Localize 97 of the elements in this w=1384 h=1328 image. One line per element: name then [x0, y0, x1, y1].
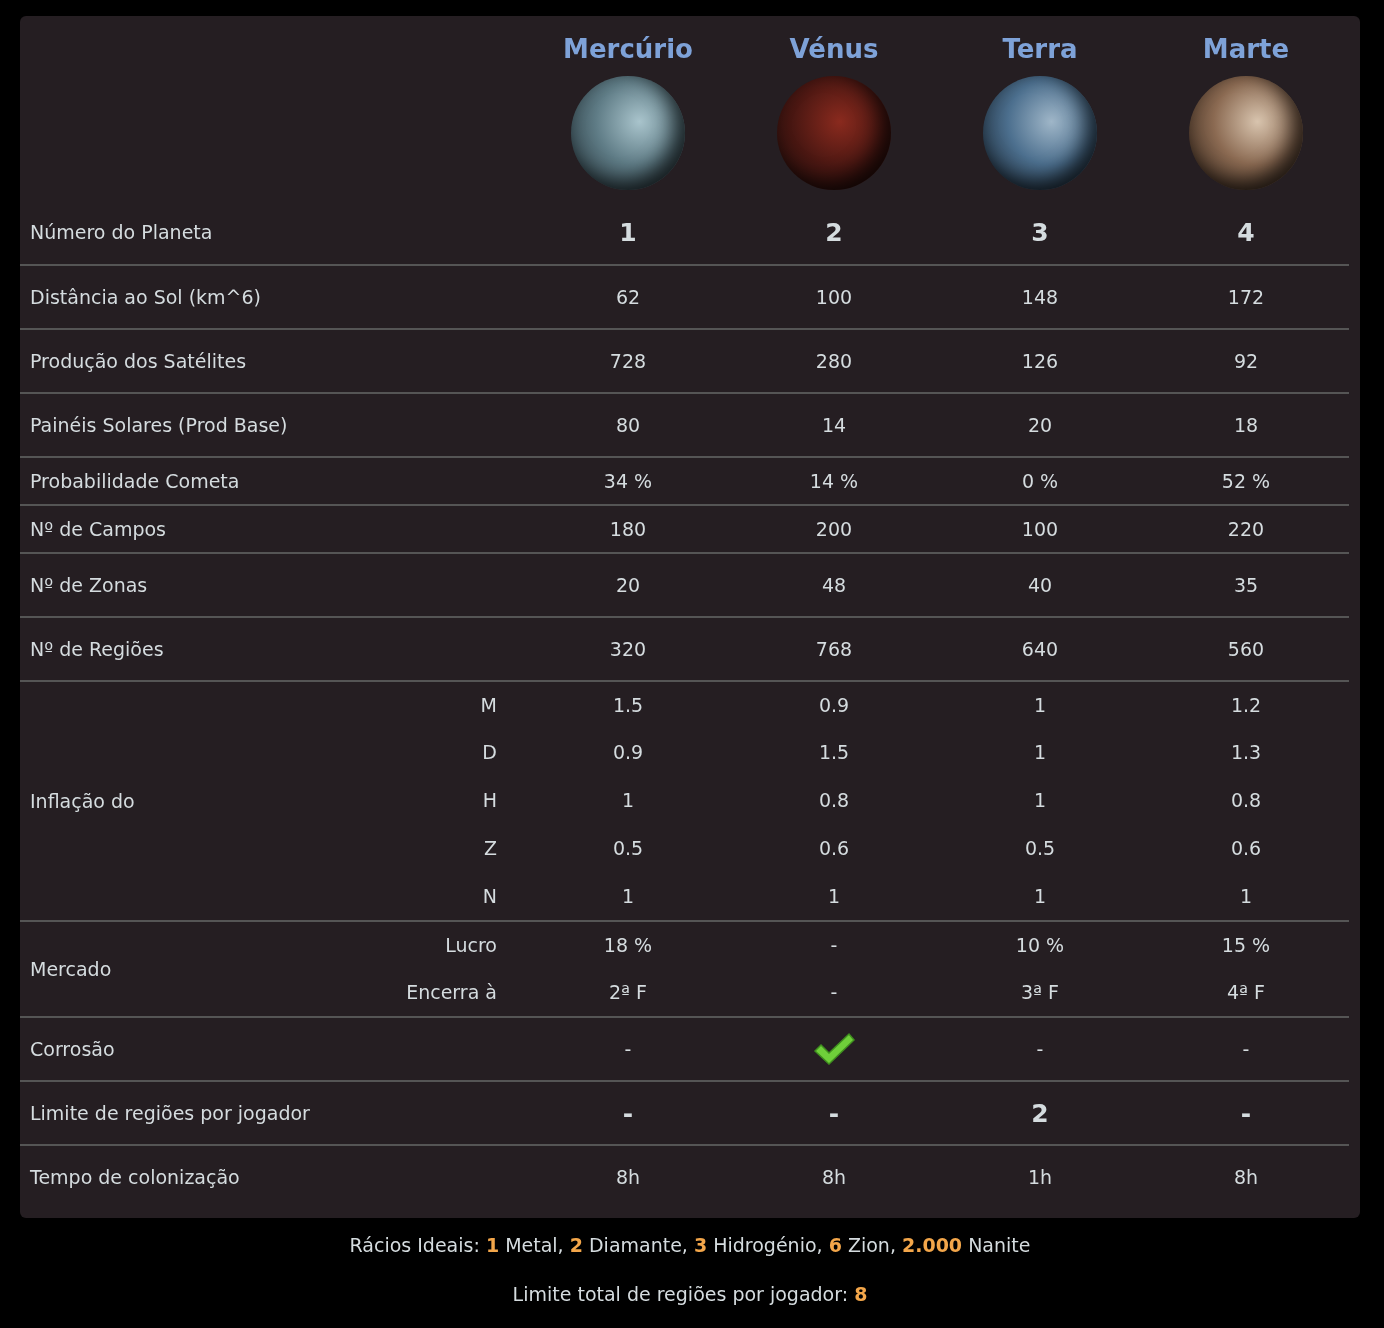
table-cell: 1.5	[818, 741, 850, 763]
table-cell: 15 %	[1221, 934, 1271, 956]
table-cell: 200	[815, 518, 853, 540]
footer-text: Rácios Ideais: 1 Metal, 2 Diamante, 3 Hidrogénio, 6 Zion, 2.000 Nanite	[349, 1234, 1031, 1256]
table-cell: -	[828, 1098, 840, 1128]
table-cell: 1h	[1027, 1166, 1053, 1188]
table-cell: 728	[609, 350, 647, 372]
row-label: Probabilidade Cometa	[29, 470, 240, 492]
sub-label: D	[482, 741, 498, 763]
row-label: Nº de Zonas	[29, 574, 148, 596]
table-cell: 40	[1027, 574, 1053, 596]
table-cell: 320	[609, 638, 647, 660]
table-cell: 0.9	[818, 694, 850, 716]
row-label: Mercado	[29, 958, 112, 980]
table-cell: 0.8	[818, 789, 850, 811]
row-label: Corrosão	[29, 1038, 115, 1060]
table-cell: 560	[1227, 638, 1265, 660]
table-cell: 1.5	[612, 694, 644, 716]
table-cell: 148	[1021, 286, 1059, 308]
footer-text: Limite total de regiões por jogador: 8	[512, 1283, 868, 1305]
table-cell: 172	[1227, 286, 1265, 308]
table-cell: 100	[815, 286, 853, 308]
table-cell: 0.8	[1230, 789, 1262, 811]
table-cell: 180	[609, 518, 647, 540]
sub-label: N	[482, 885, 498, 907]
planet-name: Marte	[1202, 34, 1290, 64]
table-cell: 1	[827, 885, 841, 907]
table-cell: 3	[1031, 217, 1049, 247]
row-label: Número do Planeta	[29, 221, 213, 243]
row-label: Limite de regiões por jogador	[29, 1102, 310, 1124]
table-cell: 48	[821, 574, 847, 596]
table-cell: -	[1242, 1038, 1250, 1060]
table-cell: 10 %	[1015, 934, 1065, 956]
table-cell: 8h	[821, 1166, 847, 1188]
table-cell: 100	[1021, 518, 1059, 540]
sub-label: M	[480, 694, 498, 716]
table-cell: 0.5	[612, 837, 644, 859]
table-cell: 0 %	[1021, 470, 1059, 492]
table-cell: 92	[1233, 350, 1259, 372]
table-cell: 8h	[615, 1166, 641, 1188]
table-cell: -	[622, 1098, 634, 1128]
table-cell: 768	[815, 638, 853, 660]
table-cell: 35	[1233, 574, 1259, 596]
table-cell: 4ª F	[1227, 981, 1265, 1003]
table-cell: 2	[1031, 1098, 1049, 1128]
planet-name: Mercúrio	[563, 34, 693, 64]
row-label: Nº de Regiões	[29, 638, 164, 660]
table-cell: -	[1036, 1038, 1044, 1060]
row-label: Inflação do	[29, 790, 135, 812]
table-cell: 1	[1033, 741, 1047, 763]
table-cell: 20	[1027, 414, 1053, 436]
table-cell: 1	[619, 217, 637, 247]
table-cell: 1	[1033, 789, 1047, 811]
table-cell: -	[830, 981, 838, 1003]
table-cell: 0.5	[1024, 837, 1056, 859]
table-cell: 1	[1239, 885, 1253, 907]
table-cell: 1	[1033, 885, 1047, 907]
table-cell: 280	[815, 350, 853, 372]
table-cell: 1	[621, 789, 635, 811]
table-cell: 1	[621, 885, 635, 907]
table-cell: 18	[1233, 414, 1259, 436]
sub-label: Z	[483, 837, 498, 859]
planet-name: Vénus	[789, 34, 879, 64]
table-cell: 14	[821, 414, 847, 436]
table-cell: 4	[1237, 217, 1255, 247]
table-cell: 18 %	[603, 934, 653, 956]
table-cell: 62	[615, 286, 641, 308]
sub-label: H	[482, 789, 498, 811]
table-cell: 0.6	[818, 837, 850, 859]
table-cell: 8h	[1233, 1166, 1259, 1188]
row-label: Tempo de colonização	[29, 1166, 240, 1188]
row-label: Painéis Solares (Prod Base)	[29, 414, 288, 436]
table-cell: -	[624, 1038, 632, 1060]
table-cell: 20	[615, 574, 641, 596]
table-cell: 52 %	[1221, 470, 1271, 492]
table-cell: 0.6	[1230, 837, 1262, 859]
table-cell: 0.9	[612, 741, 644, 763]
sub-label: Lucro	[445, 934, 498, 956]
planet-name: Terra	[1002, 34, 1078, 64]
sub-label: Encerra à	[406, 981, 498, 1003]
table-cell: 34 %	[603, 470, 653, 492]
table-cell: 640	[1021, 638, 1059, 660]
row-label: Distância ao Sol (km^6)	[29, 286, 261, 308]
table-cell: 2	[825, 217, 843, 247]
row-label: Nº de Campos	[29, 518, 166, 540]
table-cell: 220	[1227, 518, 1265, 540]
table-cell: 1.3	[1230, 741, 1262, 763]
table-cell: 1	[1033, 694, 1047, 716]
table-cell: 126	[1021, 350, 1059, 372]
table-cell: 1.2	[1230, 694, 1262, 716]
table-cell: 2ª F	[609, 981, 647, 1003]
table-cell: 80	[615, 414, 641, 436]
table-cell: 3ª F	[1021, 981, 1059, 1003]
table-cell: -	[830, 934, 838, 956]
table-cell: 14 %	[809, 470, 859, 492]
row-label: Produção dos Satélites	[29, 350, 247, 372]
table-cell: -	[1240, 1098, 1252, 1128]
